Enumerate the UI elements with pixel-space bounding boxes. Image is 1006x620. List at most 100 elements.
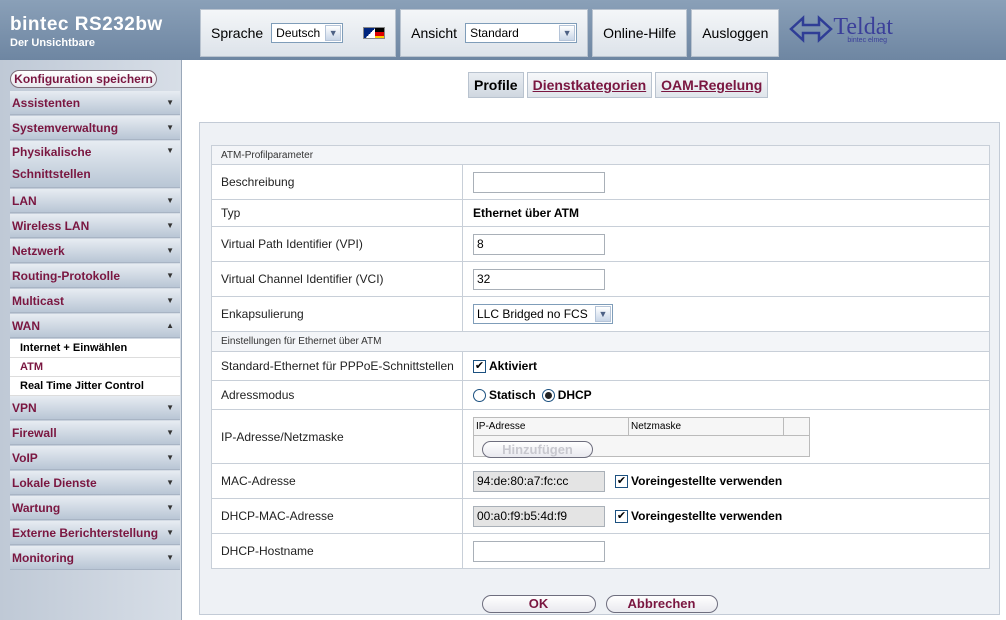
- radio-statisch-label: Statisch: [489, 388, 536, 402]
- radio-dhcp[interactable]: [541, 388, 555, 402]
- sidebar-item-externe-berichterstellung[interactable]: Externe Berichterstellung ▼: [10, 521, 180, 545]
- dhcp-hostname-label: DHCP-Hostname: [212, 534, 463, 568]
- view-select[interactable]: Standard ▼: [465, 23, 578, 43]
- logout-button[interactable]: Ausloggen: [691, 9, 780, 57]
- radio-statisch[interactable]: [473, 388, 486, 402]
- dhcp-mac-adresse-input[interactable]: 00:a0:f9:b5:4d:f9: [473, 505, 605, 527]
- mac-adresse-label: MAC-Adresse: [212, 464, 463, 498]
- sidebar-subitem-atm[interactable]: ATM: [10, 358, 180, 377]
- sidebar-item-wartung[interactable]: Wartung ▼: [10, 496, 180, 520]
- mac-adresse-input[interactable]: 94:de:80:a7:fc:cc: [473, 470, 605, 492]
- sidebar-item-assistenten[interactable]: Assistenten ▼: [10, 91, 180, 115]
- sidebar-item-wan[interactable]: WAN ▲: [10, 314, 180, 338]
- row-beschreibung: Beschreibung: [211, 165, 990, 200]
- form-button-bar: OK Abbrechen: [200, 592, 999, 616]
- chevron-down-icon: ▼: [166, 146, 174, 155]
- chevron-down-icon: ▼: [166, 478, 174, 487]
- dhcp-hostname-input[interactable]: [473, 540, 605, 562]
- adressmodus-label: Adressmodus: [212, 381, 463, 409]
- ok-button[interactable]: OK: [481, 595, 596, 613]
- ip-table-header: IP-Adresse Netzmaske: [474, 417, 809, 436]
- chevron-down-icon: ▼: [166, 428, 174, 437]
- chevron-down-icon: ▼: [166, 221, 174, 230]
- brand: bintec RS232bw Der Unsichtbare: [0, 0, 200, 60]
- chevron-down-icon: ▼: [166, 196, 174, 205]
- beschreibung-label: Beschreibung: [212, 165, 463, 199]
- row-typ: Typ Ethernet über ATM: [211, 200, 990, 227]
- netmask-col-header: Netzmaske: [629, 417, 784, 435]
- chevron-down-icon: ▼: [166, 271, 174, 280]
- vpi-input[interactable]: 8: [473, 233, 605, 255]
- language-cell: Sprache Deutsch ▼: [200, 9, 397, 57]
- sidebar-item-lan[interactable]: LAN ▼: [10, 189, 180, 213]
- row-vci: Virtual Channel Identifier (VCI) 32: [211, 262, 990, 297]
- tab-bar: Profile Dienstkategorien OAM-Regelung: [468, 72, 771, 98]
- vci-label: Virtual Channel Identifier (VCI): [212, 262, 463, 296]
- enkapsulierung-label: Enkapsulierung: [212, 297, 463, 331]
- standard-ethernet-value: Aktiviert: [489, 359, 538, 373]
- chevron-down-icon: ▼: [595, 306, 611, 322]
- sidebar-item-wireless-lan[interactable]: Wireless LAN ▼: [10, 214, 180, 238]
- dhcp-mac-adresse-label: DHCP-MAC-Adresse: [212, 499, 463, 533]
- row-standard-ethernet: Standard-Ethernet für PPPoE-Schnittstell…: [211, 352, 990, 381]
- sidebar-item-physikalische-schnittstellen[interactable]: Physikalische Schnittstellen ▼: [10, 141, 180, 188]
- view-label: Ansicht: [411, 25, 458, 41]
- sidebar: Konfiguration speichern Assistenten ▼ Sys…: [0, 60, 182, 620]
- vpi-label: Virtual Path Identifier (VPI): [212, 227, 463, 261]
- form-table: ATM-Profilparameter Beschreibung Typ Eth…: [211, 145, 990, 569]
- sidebar-item-systemverwaltung[interactable]: Systemverwaltung ▼: [10, 116, 180, 140]
- standard-ethernet-label: Standard-Ethernet für PPPoE-Schnittstell…: [212, 352, 463, 380]
- save-config-button[interactable]: Konfiguration speichern: [10, 70, 157, 88]
- ip-table: IP-Adresse Netzmaske Hinzufügen: [473, 416, 810, 458]
- language-value: Deutsch: [276, 26, 321, 40]
- row-vpi: Virtual Path Identifier (VPI) 8: [211, 227, 990, 262]
- ip-col-header: IP-Adresse: [474, 417, 629, 435]
- section-ethernet-ueber-atm: Einstellungen für Ethernet über ATM: [211, 332, 990, 352]
- flag-icon[interactable]: [363, 27, 386, 39]
- sidebar-subitem-real-time-jitter-control[interactable]: Real Time Jitter Control: [10, 377, 180, 396]
- chevron-down-icon: ▼: [166, 403, 174, 412]
- add-button[interactable]: Hinzufügen: [482, 440, 593, 458]
- typ-label: Typ: [212, 200, 463, 226]
- view-value: Standard: [470, 26, 519, 40]
- header-bar: bintec RS232bw Der Unsichtbare Sprache D…: [0, 0, 1006, 60]
- sidebar-item-voip[interactable]: VoIP ▼: [10, 446, 180, 470]
- tab-profile[interactable]: Profile: [468, 72, 524, 98]
- chevron-down-icon: ▼: [166, 553, 174, 562]
- mac-default-checkbox[interactable]: ✔: [615, 474, 628, 488]
- sidebar-item-routing-protokolle[interactable]: Routing-Protokolle ▼: [10, 264, 180, 288]
- chevron-down-icon: ▼: [166, 453, 174, 462]
- chevron-down-icon: ▼: [166, 503, 174, 512]
- form-panel: ATM-Profilparameter Beschreibung Typ Eth…: [199, 122, 1000, 615]
- typ-value: Ethernet über ATM: [473, 206, 580, 220]
- chevron-down-icon: ▼: [166, 296, 174, 305]
- enkapsulierung-select[interactable]: LLC Bridged no FCS ▼: [473, 304, 613, 324]
- chevron-down-icon: ▼: [325, 25, 342, 41]
- tab-oam-regelung[interactable]: OAM-Regelung: [655, 72, 769, 98]
- radio-dhcp-label: DHCP: [557, 388, 592, 402]
- language-label: Sprache: [211, 25, 264, 41]
- mac-default-label: Voreingestellte verwenden: [631, 474, 783, 488]
- sidebar-item-monitoring[interactable]: Monitoring ▼: [10, 546, 180, 570]
- help-button[interactable]: Online-Hilfe: [592, 9, 688, 57]
- dhcp-mac-default-checkbox[interactable]: ✔: [615, 509, 628, 523]
- teldat-logo: Teldat bintec elmeg: [783, 1, 893, 57]
- sidebar-item-netzwerk[interactable]: Netzwerk ▼: [10, 239, 180, 263]
- language-select[interactable]: Deutsch ▼: [271, 23, 344, 43]
- standard-ethernet-checkbox[interactable]: ✔: [473, 359, 486, 373]
- chevron-down-icon: ▼: [166, 528, 174, 537]
- sidebar-subitem-internet-einwaehlen[interactable]: Internet + Einwählen: [10, 339, 180, 358]
- row-dhcp-mac-adresse: DHCP-MAC-Adresse 00:a0:f9:b5:4d:f9 ✔ Vor…: [211, 499, 990, 534]
- enkapsulierung-value: LLC Bridged no FCS: [477, 307, 588, 321]
- sidebar-item-firewall[interactable]: Firewall ▼: [10, 421, 180, 445]
- sidebar-item-lokale-dienste[interactable]: Lokale Dienste ▼: [10, 471, 180, 495]
- section-atm-profilparameter: ATM-Profilparameter: [211, 145, 990, 165]
- sidebar-item-vpn[interactable]: VPN ▼: [10, 396, 180, 420]
- sidebar-item-multicast[interactable]: Multicast ▼: [10, 289, 180, 313]
- tab-dienstkategorien[interactable]: Dienstkategorien: [526, 72, 653, 98]
- chevron-down-icon: ▼: [166, 98, 174, 107]
- beschreibung-input[interactable]: [473, 171, 605, 193]
- ip-netzmaske-label: IP-Adresse/Netzmaske: [212, 410, 463, 463]
- vci-input[interactable]: 32: [473, 268, 605, 290]
- cancel-button[interactable]: Abbrechen: [605, 595, 718, 613]
